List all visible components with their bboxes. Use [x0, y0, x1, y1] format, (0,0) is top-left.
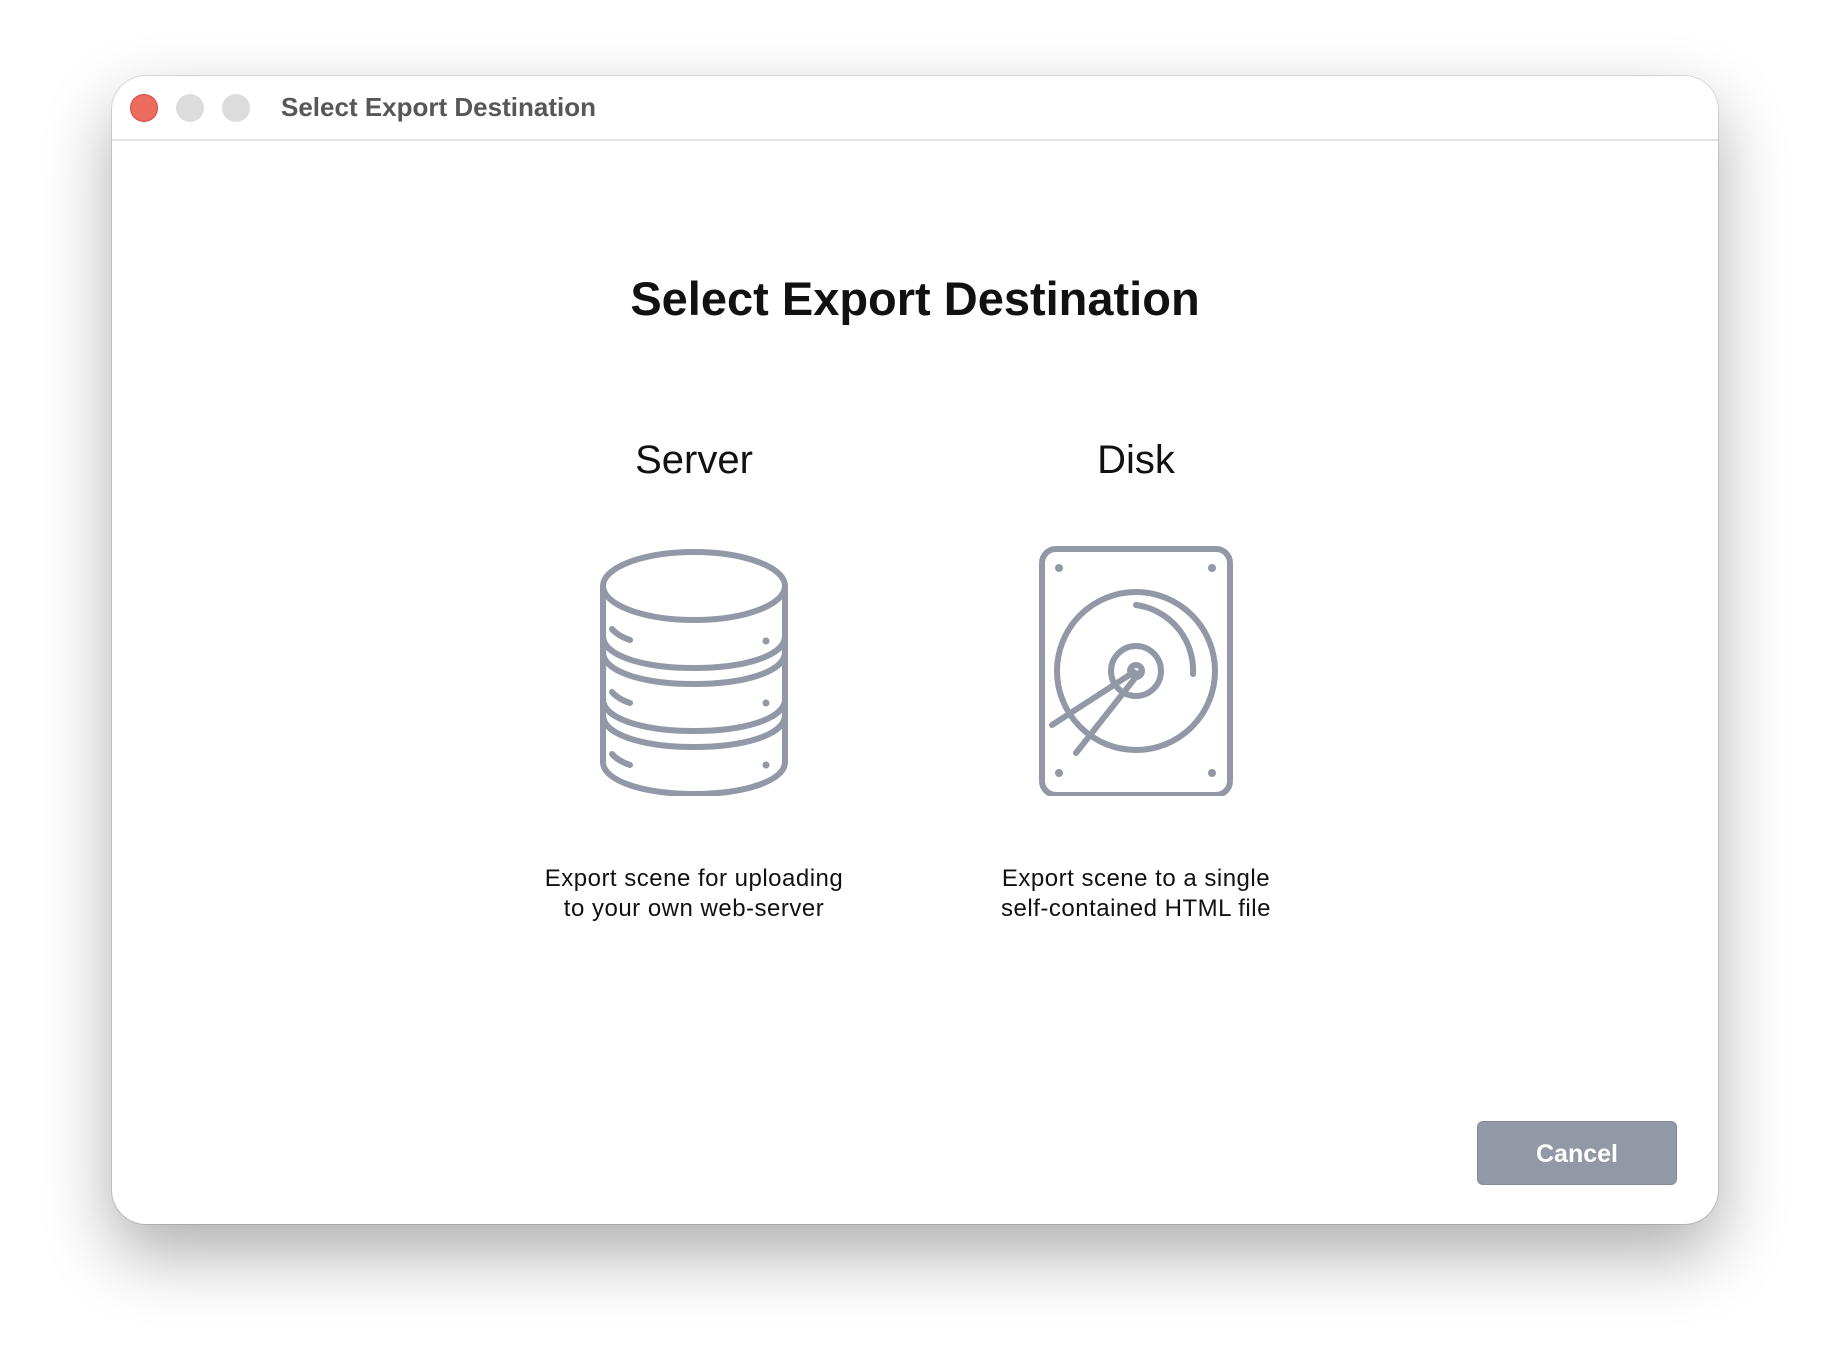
- hard-drive-icon: [1039, 546, 1233, 796]
- cancel-button[interactable]: Cancel: [1477, 1121, 1677, 1185]
- export-option-server[interactable]: Server Export scene for uploading to you…: [524, 436, 864, 924]
- window-maximize-button[interactable]: [222, 94, 250, 122]
- database-icon: [600, 549, 788, 796]
- export-option-disk[interactable]: Disk Export scene to a single self-conta…: [966, 436, 1306, 924]
- option-description-server: Export scene for uploading to your own w…: [544, 865, 844, 922]
- option-label-disk: Disk: [1097, 438, 1175, 482]
- window-title: Select Export Destination: [281, 92, 596, 122]
- dialog-heading: Select Export Destination: [630, 272, 1200, 325]
- title-bar: Select Export Destination: [112, 76, 1718, 141]
- window-minimize-button[interactable]: [176, 94, 204, 122]
- export-dialog-window: Select Export Destination Select Export …: [112, 76, 1718, 1224]
- option-label-server: Server: [635, 438, 753, 482]
- option-description-disk: Export scene to a single self-contained …: [1001, 865, 1271, 922]
- window-close-button[interactable]: [130, 94, 158, 122]
